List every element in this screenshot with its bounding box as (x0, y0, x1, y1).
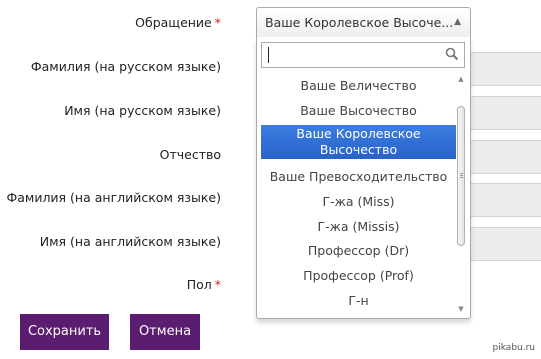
field-label-title: Обращение * (135, 15, 221, 30)
dropdown-option[interactable]: Профессор (Prof) (261, 268, 456, 284)
field-label-patronymic: Отчество (160, 147, 221, 162)
field-label-text: Обращение (135, 15, 212, 30)
registration-form-page: Обращение * Фамилия (на русском языке) Им… (0, 0, 541, 359)
grip-line (460, 175, 463, 176)
title-dropdown: Ваше Величество Ваше Высочество Ваше Кор… (256, 37, 471, 319)
scroll-down-arrow-icon[interactable]: ▼ (455, 304, 467, 314)
required-mark: * (214, 15, 221, 30)
field-label-gender: Пол * (187, 277, 221, 292)
dropdown-options-list: Ваше Величество Ваше Высочество Ваше Кор… (261, 75, 456, 313)
dropdown-option[interactable]: Г-н (261, 293, 456, 309)
dropdown-option[interactable]: Ваше Превосходительство (261, 169, 456, 185)
dropdown-search-input[interactable] (262, 43, 442, 67)
scroll-up-arrow-icon[interactable]: ▲ (455, 74, 467, 84)
field-label-text: Отчество (159, 147, 221, 162)
dropdown-search[interactable] (261, 42, 465, 68)
scroll-thumb[interactable] (457, 106, 465, 246)
dropdown-option[interactable]: Ваше Высочество (261, 103, 456, 119)
field-label-surname-en: Фамилия (на английском языке) (6, 190, 221, 205)
grip-line (460, 173, 463, 174)
field-label-text: Имя (на русском языке) (64, 103, 221, 118)
watermark: pikabu.ru (492, 343, 535, 353)
dropdown-option[interactable]: Г-жа (Missis) (261, 219, 456, 235)
dropdown-option[interactable]: Ваше Величество (261, 78, 456, 94)
field-label-text: Фамилия (на русском языке) (30, 59, 221, 74)
cancel-button[interactable]: Отмена (130, 314, 200, 350)
dropdown-option[interactable]: Г-жа (Miss) (261, 194, 456, 210)
field-label-text: Имя (на английском языке) (39, 234, 221, 249)
grip-line (460, 177, 463, 178)
field-label-name-ru: Имя (на русском языке) (64, 103, 221, 118)
dropdown-option[interactable]: Профессор (Dr) (261, 243, 456, 259)
scroll-track[interactable] (457, 86, 465, 302)
field-label-surname-ru: Фамилия (на русском языке) (31, 59, 221, 74)
field-label-text: Фамилия (на английском языке) (6, 190, 221, 205)
title-select-value: Ваше Королевское Высоче... (265, 15, 454, 30)
dropdown-option-highlighted[interactable]: Ваше Королевское Высочество (261, 125, 456, 159)
field-label-name-en: Имя (на английском языке) (40, 234, 221, 249)
text-caret (268, 47, 269, 63)
field-label-text: Пол (186, 277, 212, 292)
save-button[interactable]: Сохранить (20, 314, 109, 350)
required-mark: * (214, 277, 221, 292)
search-icon (445, 47, 459, 61)
title-select[interactable]: Ваше Королевское Высоче... ▲ (256, 7, 471, 37)
dropdown-scrollbar[interactable]: ▲ ▼ (455, 74, 467, 314)
chevron-up-icon: ▲ (454, 17, 461, 27)
